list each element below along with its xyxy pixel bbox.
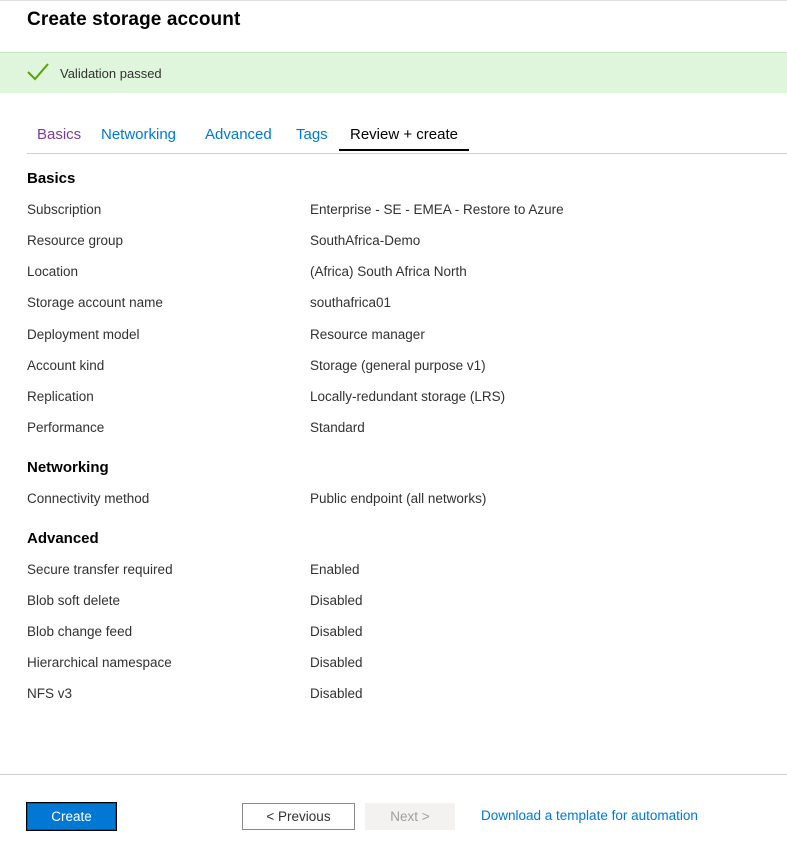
row-label: Deployment model [27, 327, 140, 342]
wizard-footer: Create < Previous Next > Download a temp… [0, 774, 787, 853]
previous-button[interactable]: < Previous [242, 803, 355, 830]
validation-message: Validation passed [60, 66, 162, 81]
row-label: Replication [27, 389, 94, 404]
page-title: Create storage account [27, 9, 241, 30]
download-template-link[interactable]: Download a template for automation [481, 808, 698, 823]
summary-row-nfs-v3: NFS v3 Disabled [27, 686, 767, 706]
summary-row-connectivity-method: Connectivity method Public endpoint (all… [27, 491, 767, 511]
row-value: Enterprise - SE - EMEA - Restore to Azur… [310, 202, 564, 217]
row-value: Standard [310, 420, 365, 435]
row-value: Public endpoint (all networks) [310, 491, 487, 506]
row-label: Storage account name [27, 295, 163, 310]
row-value: Disabled [310, 593, 363, 608]
row-label: Hierarchical namespace [27, 655, 172, 670]
row-value: Enabled [310, 562, 360, 577]
section-heading-networking: Networking [27, 459, 109, 476]
section-heading-basics: Basics [27, 170, 76, 187]
section-heading-advanced: Advanced [27, 530, 99, 547]
row-value: Disabled [310, 624, 363, 639]
summary-row-replication: Replication Locally-redundant storage (L… [27, 389, 767, 409]
row-value: Disabled [310, 655, 363, 670]
tab-basics[interactable]: Basics [37, 126, 81, 143]
summary-row-secure-transfer: Secure transfer required Enabled [27, 562, 767, 582]
tab-tags[interactable]: Tags [296, 126, 328, 143]
row-label: Blob change feed [27, 624, 133, 639]
wizard-tabs: Basics Networking Advanced Tags Review +… [27, 122, 787, 154]
summary-row-resource-group: Resource group SouthAfrica-Demo [27, 233, 767, 253]
summary-row-account-kind: Account kind Storage (general purpose v1… [27, 358, 767, 378]
row-label: NFS v3 [27, 686, 73, 701]
summary-row-location: Location (Africa) South Africa North [27, 264, 767, 284]
checkmark-icon [26, 62, 50, 82]
summary-row-deployment-model: Deployment model Resource manager [27, 327, 767, 347]
summary-row-blob-change-feed: Blob change feed Disabled [27, 624, 767, 644]
validation-banner: Validation passed [0, 52, 787, 93]
row-label: Connectivity method [27, 491, 150, 506]
row-value: Disabled [310, 686, 363, 701]
row-label: Secure transfer required [27, 562, 173, 577]
create-button[interactable]: Create [26, 802, 117, 831]
row-value: SouthAfrica-Demo [310, 233, 421, 248]
tab-networking[interactable]: Networking [101, 126, 176, 143]
row-value: southafrica01 [310, 295, 392, 310]
row-value: (Africa) South Africa North [310, 264, 467, 279]
row-label: Account kind [27, 358, 105, 373]
row-label: Performance [27, 420, 105, 435]
tab-review-create[interactable]: Review + create [339, 126, 469, 151]
next-button[interactable]: Next > [365, 803, 455, 830]
summary-row-subscription: Subscription Enterprise - SE - EMEA - Re… [27, 202, 767, 222]
row-label: Location [27, 264, 79, 279]
tab-advanced[interactable]: Advanced [205, 126, 272, 143]
summary-row-storage-account-name: Storage account name southafrica01 [27, 295, 767, 315]
summary-row-hierarchical-namespace: Hierarchical namespace Disabled [27, 655, 767, 675]
create-storage-account-page: Create storage account Validation passed… [0, 0, 787, 853]
summary-row-performance: Performance Standard [27, 420, 767, 440]
row-value: Resource manager [310, 327, 425, 342]
row-label: Blob soft delete [27, 593, 121, 608]
row-label: Subscription [27, 202, 102, 217]
row-value: Locally-redundant storage (LRS) [310, 389, 506, 404]
summary-row-blob-soft-delete: Blob soft delete Disabled [27, 593, 767, 613]
row-value: Storage (general purpose v1) [310, 358, 486, 373]
row-label: Resource group [27, 233, 124, 248]
